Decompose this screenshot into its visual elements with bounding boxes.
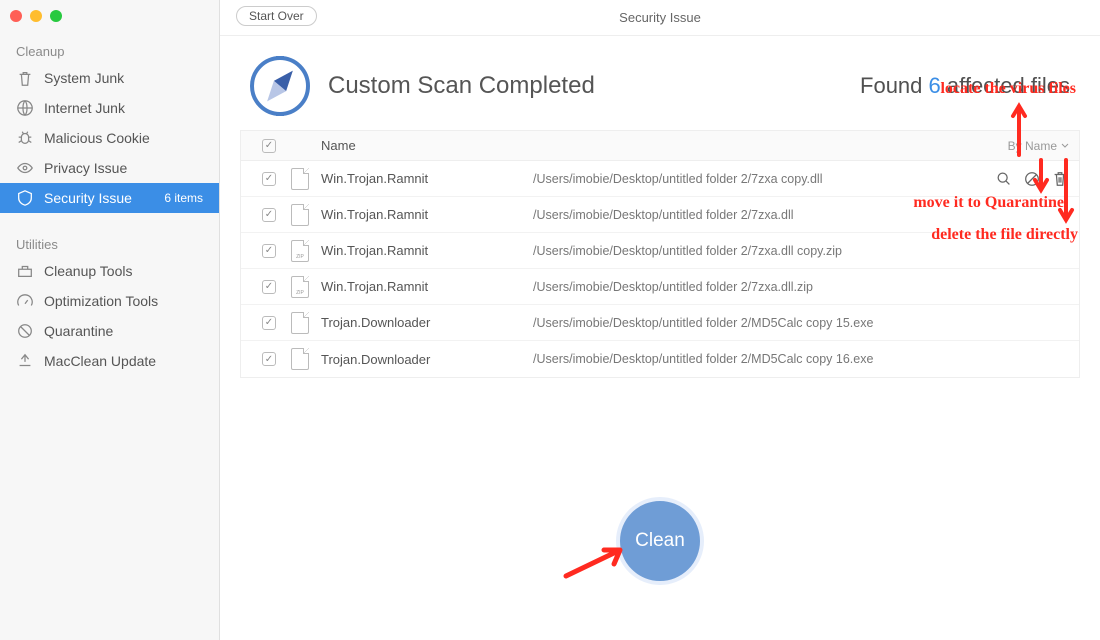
- window-controls: [10, 10, 62, 22]
- delete-button[interactable]: [1051, 170, 1069, 188]
- row-checkbox[interactable]: ✓: [262, 208, 276, 222]
- window-title: Security Issue: [619, 10, 701, 25]
- table-row[interactable]: ✓ Trojan.Downloader/Users/imobie/Desktop/…: [241, 305, 1079, 341]
- file-icon: [291, 204, 309, 226]
- sidebar-item-label: Quarantine: [44, 323, 113, 339]
- sidebar-item-label: System Junk: [44, 70, 124, 86]
- row-checkbox[interactable]: ✓: [262, 172, 276, 186]
- sidebar-item-optimization-tools[interactable]: Optimization Tools: [0, 286, 219, 316]
- eye-icon: [16, 159, 34, 177]
- maximize-icon[interactable]: [50, 10, 62, 22]
- sidebar-item-label: Internet Junk: [44, 100, 125, 116]
- start-over-button[interactable]: Start Over: [236, 6, 317, 26]
- sidebar-item-internet-junk[interactable]: Internet Junk: [0, 93, 219, 123]
- trash-icon: [16, 69, 34, 87]
- file-icon: [291, 276, 309, 298]
- sidebar-item-cleanup-tools[interactable]: Cleanup Tools: [0, 256, 219, 286]
- results-table: ✓ Name By Name ✓ Win.Trojan.Ramnit/Users/…: [240, 130, 1080, 378]
- row-checkbox[interactable]: ✓: [262, 244, 276, 258]
- threat-name: Win.Trojan.Ramnit: [313, 279, 533, 294]
- sidebar-item-label: Optimization Tools: [44, 293, 158, 309]
- table-row[interactable]: ✓ Win.Trojan.Ramnit/Users/imobie/Desktop/…: [241, 269, 1079, 305]
- file-path: /Users/imobie/Desktop/untitled folder 2/…: [533, 352, 1069, 366]
- row-checkbox[interactable]: ✓: [262, 316, 276, 330]
- quarantine-icon: [16, 322, 34, 340]
- clean-button[interactable]: Clean: [616, 497, 704, 585]
- sidebar-item-security-issue[interactable]: Security Issue 6 items: [0, 183, 219, 213]
- toolbox-icon: [16, 262, 34, 280]
- locate-button[interactable]: [995, 170, 1013, 188]
- scan-title: Custom Scan Completed: [328, 72, 595, 100]
- file-icon: [291, 240, 309, 262]
- sidebar-badge: 6 items: [164, 191, 203, 205]
- sidebar-item-label: Cleanup Tools: [44, 263, 132, 279]
- file-path: /Users/imobie/Desktop/untitled folder 2/…: [533, 172, 1069, 186]
- threat-name: Trojan.Downloader: [313, 352, 533, 367]
- sidebar-section-label: Cleanup: [0, 36, 219, 63]
- minimize-icon[interactable]: [30, 10, 42, 22]
- table-row[interactable]: ✓ Win.Trojan.Ramnit/Users/imobie/Desktop/…: [241, 161, 1079, 197]
- table-header: ✓ Name By Name: [241, 131, 1079, 161]
- compass-icon: [250, 56, 310, 116]
- sidebar-item-privacy-issue[interactable]: Privacy Issue: [0, 153, 219, 183]
- content-area: Start Over Security Issue Custom Scan Co…: [220, 0, 1100, 640]
- row-checkbox[interactable]: ✓: [262, 280, 276, 294]
- table-row[interactable]: ✓ Trojan.Downloader/Users/imobie/Desktop/…: [241, 341, 1079, 377]
- globe-icon: [16, 99, 34, 117]
- file-icon: [291, 348, 309, 370]
- annotation-quarantine: move it to Quarantine: [913, 194, 1064, 212]
- shield-icon: [16, 189, 34, 207]
- chevron-down-icon: [1061, 142, 1069, 150]
- sidebar: Cleanup System Junk Internet Junk Malicious…: [0, 0, 220, 640]
- file-icon: [291, 312, 309, 334]
- file-icon: [291, 168, 309, 190]
- sidebar-item-quarantine[interactable]: Quarantine: [0, 316, 219, 346]
- sidebar-item-malicious-cookie[interactable]: Malicious Cookie: [0, 123, 219, 153]
- sidebar-section-label: Utilities: [0, 229, 219, 256]
- close-icon[interactable]: [10, 10, 22, 22]
- file-path: /Users/imobie/Desktop/untitled folder 2/…: [533, 244, 1069, 258]
- threat-name: Trojan.Downloader: [313, 315, 533, 330]
- select-all-checkbox[interactable]: ✓: [262, 139, 276, 153]
- threat-name: Win.Trojan.Ramnit: [313, 243, 533, 258]
- column-name[interactable]: Name: [313, 138, 533, 153]
- gauge-icon: [16, 292, 34, 310]
- sidebar-item-system-junk[interactable]: System Junk: [0, 63, 219, 93]
- file-path: /Users/imobie/Desktop/untitled folder 2/…: [533, 316, 1069, 330]
- annotation-locate: locate the virus files: [940, 80, 1076, 98]
- annotation-delete: delete the file directly: [931, 226, 1078, 244]
- sidebar-item-label: MacClean Update: [44, 353, 156, 369]
- update-icon: [16, 352, 34, 370]
- sidebar-item-label: Malicious Cookie: [44, 130, 150, 146]
- threat-name: Win.Trojan.Ramnit: [313, 207, 533, 222]
- quarantine-button[interactable]: [1023, 170, 1041, 188]
- threat-name: Win.Trojan.Ramnit: [313, 171, 533, 186]
- top-bar: Start Over Security Issue: [220, 0, 1100, 36]
- sort-dropdown[interactable]: By Name: [1008, 139, 1069, 153]
- sidebar-item-label: Security Issue: [44, 190, 132, 206]
- file-path: /Users/imobie/Desktop/untitled folder 2/…: [533, 280, 1069, 294]
- sidebar-item-macclean-update[interactable]: MacClean Update: [0, 346, 219, 376]
- row-checkbox[interactable]: ✓: [262, 352, 276, 366]
- sidebar-item-label: Privacy Issue: [44, 160, 127, 176]
- bug-icon: [16, 129, 34, 147]
